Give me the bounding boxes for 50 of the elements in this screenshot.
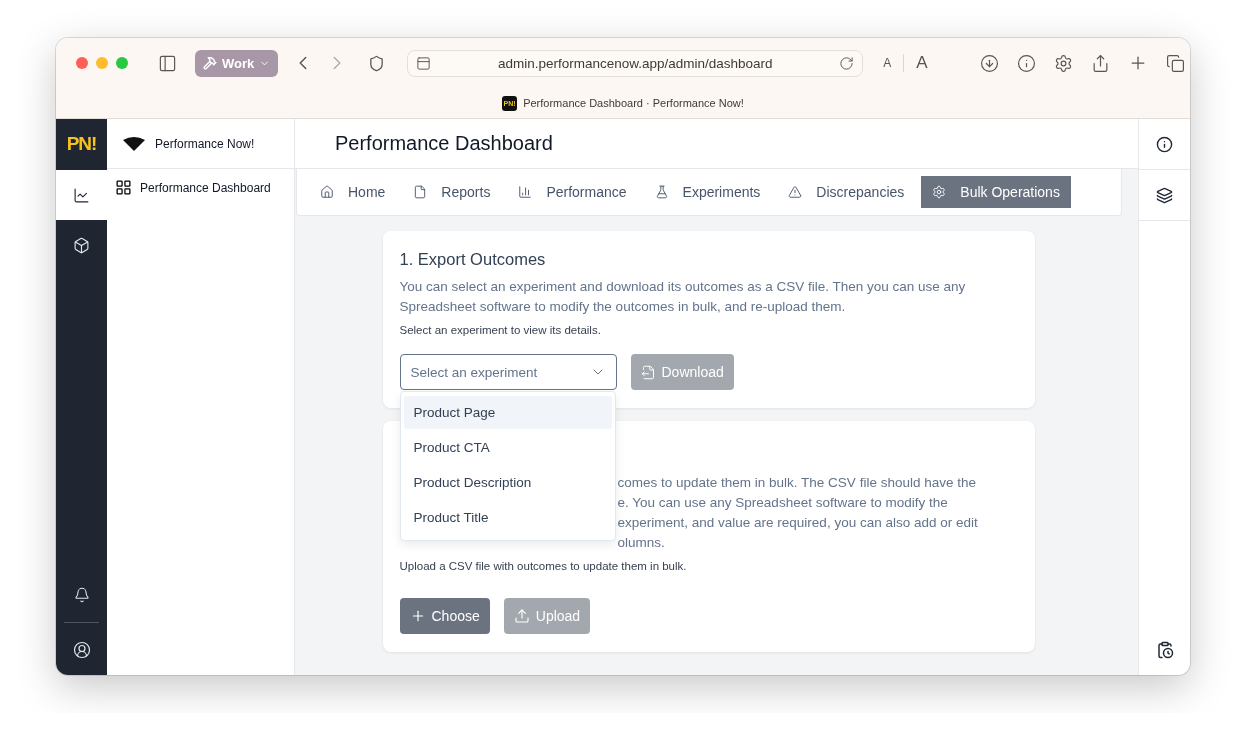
address-bar[interactable]: admin.performancenow.app/admin/dashboard (407, 49, 864, 77)
experiment-select[interactable]: Select an experiment (399, 354, 617, 390)
text-larger-button[interactable]: A (904, 53, 940, 73)
info-icon[interactable] (1016, 53, 1036, 73)
nav-tab[interactable]: Discrepancies (777, 176, 916, 208)
close-window-button[interactable] (76, 57, 88, 69)
home-icon (320, 185, 334, 199)
grid-icon (115, 179, 132, 196)
card-title: 1. Export Outcomes (399, 250, 547, 269)
settings-icon[interactable] (1053, 53, 1073, 73)
reload-icon[interactable] (839, 55, 855, 71)
nav-tab[interactable]: Reports (402, 176, 502, 208)
hammer-icon (203, 56, 217, 70)
sidebar-toggle-icon[interactable] (158, 53, 177, 73)
hint-text: Upload a CSV file with outcomes to update them in bulk. (399, 560, 688, 572)
file-export-icon (640, 364, 656, 380)
tabs-overview-icon[interactable] (1165, 53, 1185, 73)
page-title: Performance Dashboard (335, 132, 553, 155)
upload-icon (513, 608, 530, 624)
card-description: You can select an experiment and download its outcomes as a CSV file. Then you can use any Spreadsheet software to modify the outcomes in bulk, and re-upload them. (399, 278, 967, 316)
sidebar-item[interactable]: Performance Dashboard (107, 169, 294, 206)
dropdown-option[interactable]: Product Page (403, 396, 612, 429)
page-icon (416, 55, 432, 71)
brand-name: Performance Now! (155, 136, 255, 151)
flask-icon (654, 185, 669, 199)
shield-icon[interactable] (368, 54, 386, 72)
dropdown-option[interactable]: Product CTA (403, 431, 612, 464)
nav-tab[interactable]: Performance (507, 176, 638, 208)
choose-button[interactable]: Choose (399, 598, 490, 634)
dropdown-option[interactable]: Product Title (403, 501, 612, 534)
url-text: admin.performancenow.app/admin/dashboard (496, 55, 774, 71)
chart-icon (73, 186, 90, 204)
description-line: comes to update them in bulk. The CSV file should have the (617, 474, 976, 492)
bar-chart-icon (518, 185, 533, 199)
description-line: olumns. (617, 534, 665, 552)
warning-icon (788, 185, 803, 199)
description-line: e. You can use any Spreadsheet software to modify the (617, 494, 948, 512)
settings-icon (932, 185, 947, 199)
file-icon (413, 185, 428, 199)
description-line: experiment, and value are required, you can also add or edit (617, 514, 978, 532)
text-smaller-button[interactable]: A (871, 56, 904, 70)
download-icon[interactable] (979, 53, 999, 73)
dropdown-option[interactable]: Product Description (403, 466, 612, 499)
brand-logo-icon (123, 136, 145, 151)
nav-tab[interactable]: Experiments (643, 176, 772, 208)
tab-title[interactable]: Performance Dashboard · Performance Now! (523, 97, 744, 109)
nav-tab[interactable]: Bulk Operations (921, 176, 1071, 208)
cube-icon (73, 236, 90, 254)
nav-tab[interactable]: Home (309, 176, 397, 208)
hint-text: Select an experiment to view its details. (399, 324, 602, 336)
